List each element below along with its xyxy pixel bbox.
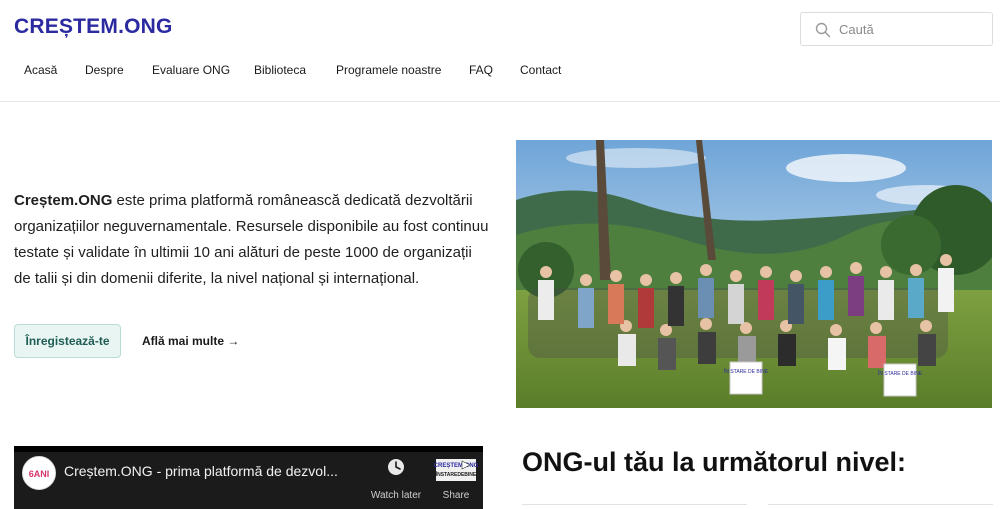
svg-text:ÎNSTAREDEBINE: ÎNSTAREDEBINE — [435, 470, 477, 478]
share-button[interactable]: CREȘTEM.ONG ÎNSTAREDEBINE Share — [432, 456, 480, 501]
video-title[interactable]: Creștem.ONG - prima platformă de dezvol.… — [64, 463, 338, 479]
section-title: ONG-ul tău la următorul nivel: — [522, 447, 907, 477]
card-top-edge — [522, 504, 747, 509]
svg-text:CREȘTEM.ONG: CREȘTEM.ONG — [434, 463, 479, 469]
site-header: CREȘTEM.ONG Acasă Despre Evaluare ONG Bi… — [0, 0, 1000, 102]
card-top-edge — [768, 504, 993, 509]
learn-more-link[interactable]: Află mai multe → — [142, 334, 239, 348]
video-top-bar — [14, 446, 483, 452]
site-logo[interactable]: CREȘTEM.ONG — [14, 15, 173, 39]
svg-text:ÎN STARE DE BINE: ÎN STARE DE BINE — [877, 370, 923, 377]
sign-in-stare-de-bine-right: ÎN STARE DE BINE — [877, 363, 923, 397]
nav-item-acasa[interactable]: Acasă — [24, 63, 57, 77]
nav-item-faq[interactable]: FAQ — [469, 63, 493, 77]
nav-item-biblioteca[interactable]: Biblioteca — [254, 63, 306, 77]
hero-description: Creștem.ONG este prima platformă românea… — [14, 188, 492, 292]
search-input[interactable] — [839, 13, 989, 45]
search-icon — [815, 22, 831, 38]
nav-item-despre[interactable]: Despre — [85, 63, 124, 77]
nav-item-evaluare-ong[interactable]: Evaluare ONG — [152, 63, 230, 77]
watch-later-button[interactable]: Watch later — [366, 456, 426, 501]
nav-item-programele-noastre[interactable]: Programele noastre — [336, 63, 441, 77]
search-box[interactable] — [800, 12, 993, 46]
team-photo: ÎN STARE DE BINE ÎN STARE DE BINE — [516, 140, 992, 408]
video-embed[interactable]: 6ANI Creștem.ONG - prima platformă de de… — [14, 446, 483, 509]
share-icon: CREȘTEM.ONG ÎNSTAREDEBINE — [434, 459, 479, 481]
channel-avatar[interactable]: 6ANI — [22, 456, 56, 490]
nav-item-contact[interactable]: Contact — [520, 63, 561, 77]
hero-brand: Creștem.ONG — [14, 192, 113, 209]
svg-text:ÎN STARE DE BINE: ÎN STARE DE BINE — [723, 368, 769, 375]
channel-badge: 6ANI — [28, 469, 50, 479]
clock-icon — [388, 459, 404, 475]
register-button[interactable]: Înregistează-te — [14, 324, 121, 358]
watch-later-label: Watch later — [370, 490, 422, 501]
sign-in-stare-de-bine-left: ÎN STARE DE BINE — [723, 361, 769, 395]
share-label: Share — [442, 490, 470, 501]
